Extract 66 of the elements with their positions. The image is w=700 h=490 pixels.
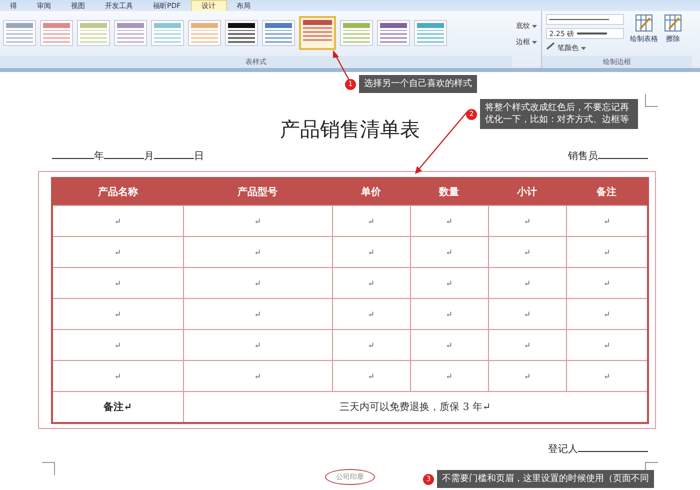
- table-cell: ↵: [566, 206, 648, 236]
- table-cell: ↵: [488, 360, 566, 392]
- table-cell: ↵: [332, 330, 410, 360]
- date-line: 年 月 日: [52, 148, 204, 163]
- table-cell: ↵: [52, 268, 184, 298]
- table-cell: ↵: [183, 298, 332, 330]
- column-header: 单价: [332, 178, 410, 206]
- column-header: 数量: [410, 178, 488, 206]
- column-header: 备注: [566, 178, 648, 206]
- line-sample-icon: [549, 18, 610, 21]
- caret-icon: [580, 47, 586, 50]
- table-style-thumbnail[interactable]: [114, 20, 147, 46]
- table-cell: ↵: [410, 360, 488, 392]
- table-style-thumbnail[interactable]: [188, 20, 221, 46]
- table-cell: ↵: [52, 236, 184, 268]
- table-cell: ↵: [332, 206, 410, 236]
- table-style-thumbnail[interactable]: [414, 20, 447, 46]
- table-cell: ↵: [183, 330, 332, 360]
- table-cell: ↵: [183, 236, 332, 268]
- column-header: 产品名称: [52, 178, 184, 206]
- table-cell: ↵: [52, 330, 184, 360]
- table-style-thumbnail[interactable]: [225, 20, 258, 46]
- table-cell: ↵: [183, 360, 332, 392]
- table-style-thumbnail[interactable]: [262, 20, 295, 46]
- table-cell: ↵: [488, 206, 566, 236]
- callout-tooltip: 选择另一个自己喜欢的样式: [359, 75, 477, 93]
- table-style-thumbnail[interactable]: [77, 20, 110, 46]
- table-pencil-icon: [664, 14, 682, 32]
- table-style-thumbnail[interactable]: [299, 16, 336, 50]
- table-pencil-icon: [635, 14, 654, 32]
- callout-tooltip: 将整个样式改成红色后，不要忘记再优化一下，比如：对齐方式、边框等: [480, 99, 638, 129]
- table-cell: ↵: [52, 298, 184, 330]
- table-cell: ↵: [332, 360, 410, 392]
- document-title: 产品销售清单表: [280, 116, 420, 142]
- caret-icon: [532, 41, 538, 44]
- table-cell: ↵: [488, 298, 566, 330]
- table-cell: ↵: [332, 268, 410, 298]
- table-style-thumbnail[interactable]: [151, 20, 184, 46]
- table-cell: ↵: [410, 298, 488, 330]
- line-style-dropdown[interactable]: [546, 14, 624, 25]
- table-cell: ↵: [332, 236, 410, 268]
- table-cell: ↵: [52, 360, 184, 392]
- column-header: 产品型号: [183, 178, 332, 206]
- column-header: 小计: [488, 178, 566, 206]
- table-style-thumbnail[interactable]: [377, 20, 410, 46]
- callout-tooltip: 不需要门槛和页眉，这里设置的时候使用（页面不同: [437, 470, 654, 488]
- table-style-thumbnail[interactable]: [340, 20, 373, 46]
- table-cell: ↵: [410, 330, 488, 360]
- table-cell: ↵: [488, 236, 566, 268]
- table-cell: ↵: [410, 236, 488, 268]
- caret-icon: [532, 25, 538, 28]
- table-cell: ↵: [410, 206, 488, 236]
- table-cell: ↵: [488, 268, 566, 298]
- pen-icon: [546, 42, 556, 50]
- pointer-arrow: [333, 50, 350, 80]
- table-cell: ↵: [488, 330, 566, 360]
- table-cell: ↵: [332, 298, 410, 330]
- table-cell: ↵: [183, 206, 332, 236]
- table-cell: ↵: [183, 268, 332, 298]
- seller-line: 销售员: [568, 148, 648, 163]
- line-sample-icon: [577, 32, 608, 35]
- registrar-line: 登记人: [0, 441, 648, 456]
- table-style-thumbnail[interactable]: [3, 20, 36, 46]
- table-cell: ↵: [52, 206, 184, 236]
- table-cell: ↵: [410, 268, 488, 298]
- table-style-thumbnail[interactable]: [40, 20, 73, 46]
